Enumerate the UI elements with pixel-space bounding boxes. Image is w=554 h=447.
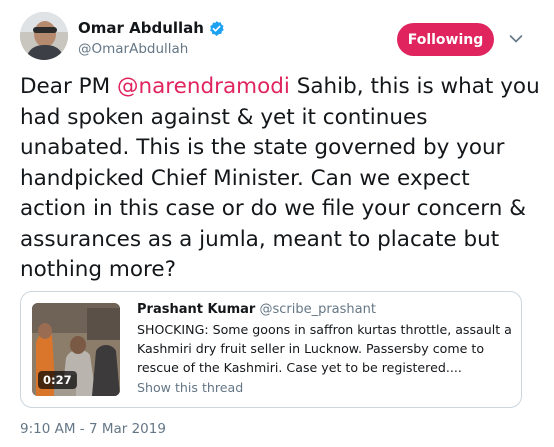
show-thread-link[interactable]: Show this thread xyxy=(137,378,517,397)
tweet-timestamp[interactable]: 9:10 AM - 7 Mar 2019 xyxy=(20,421,166,437)
tweet-text: Dear PM @narendramodi Sahib, this is wha… xyxy=(20,72,540,286)
chevron-down-icon[interactable] xyxy=(509,34,523,44)
quoted-author-name[interactable]: Prashant Kumar xyxy=(137,302,255,317)
mention-link[interactable]: @narendramodi xyxy=(117,74,290,99)
author-info: Omar Abdullah @OmarAbdullah xyxy=(78,17,225,57)
author-display-name[interactable]: Omar Abdullah xyxy=(78,19,204,37)
verified-badge-icon xyxy=(210,20,224,36)
video-duration-badge: 0:27 xyxy=(38,371,77,389)
following-button[interactable]: Following xyxy=(397,23,494,56)
quoted-video-thumbnail[interactable]: 0:27 xyxy=(32,303,120,396)
quoted-tweet[interactable]: 0:27 Prashant Kumar @scribe_prashant SHO… xyxy=(20,291,522,408)
quoted-tweet-header: Prashant Kumar @scribe_prashant xyxy=(137,301,517,319)
author-handle[interactable]: @OmarAbdullah xyxy=(78,41,225,57)
tweet-text-part: Sahib, this is what you had spoken again… xyxy=(20,74,540,282)
tweet-card: Omar Abdullah @OmarAbdullah Following De… xyxy=(0,0,554,447)
tweet-text-part: Dear PM xyxy=(20,74,117,99)
avatar[interactable] xyxy=(20,12,68,60)
quoted-tweet-body: Prashant Kumar @scribe_prashant SHOCKING… xyxy=(137,301,517,397)
quoted-tweet-text: SHOCKING: Some goons in saffron kurtas t… xyxy=(137,322,512,375)
avatar-photo xyxy=(20,12,68,60)
quoted-author-handle[interactable]: @scribe_prashant xyxy=(259,302,376,317)
